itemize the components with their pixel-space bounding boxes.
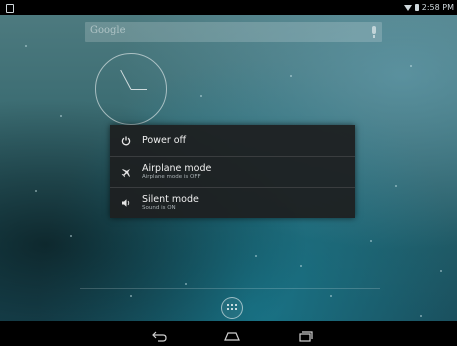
volume-icon [110, 198, 142, 208]
search-label: Google [90, 25, 126, 36]
airplane-mode-option[interactable]: Airplane mode Airplane mode is OFF [110, 157, 355, 187]
power-icon [110, 136, 142, 146]
power-off-label: Power off [142, 135, 187, 146]
power-options-dialog: Power off Airplane mode Airplane mode is… [110, 125, 355, 218]
status-bar: 2:58 PM [0, 0, 457, 15]
mic-icon[interactable] [372, 26, 376, 38]
silent-mode-status: Sound is ON [142, 205, 176, 211]
clock-hour-hand [120, 69, 132, 90]
google-search-bar[interactable]: Google [85, 22, 382, 42]
airplane-mode-status: Airplane mode is OFF [142, 174, 201, 180]
power-off-option[interactable]: Power off [110, 125, 355, 156]
status-time: 2:58 PM [421, 3, 454, 12]
silent-mode-label: Silent mode [142, 194, 199, 205]
notification-icon [6, 4, 14, 13]
navigation-bar [0, 321, 457, 345]
airplane-icon [110, 167, 142, 178]
silent-mode-option[interactable]: Silent mode Sound is ON [110, 188, 355, 218]
airplane-mode-label: Airplane mode [142, 163, 212, 174]
home-icon[interactable] [222, 327, 242, 341]
hotseat-divider [80, 288, 380, 289]
recents-icon[interactable] [295, 327, 315, 342]
back-icon[interactable] [150, 327, 170, 342]
app-drawer-button[interactable] [221, 297, 243, 319]
wifi-icon [403, 5, 412, 11]
battery-icon [414, 4, 419, 11]
analog-clock-widget[interactable] [95, 53, 167, 125]
clock-minute-hand [131, 89, 147, 90]
